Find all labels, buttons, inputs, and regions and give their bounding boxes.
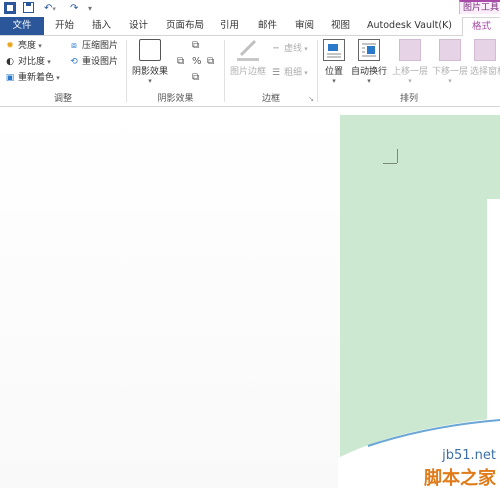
- wrap-text-label: 自动换行: [350, 67, 387, 77]
- tab-design[interactable]: 设计: [129, 17, 148, 35]
- nudge-shadow-down-icon[interactable]: ⧉: [192, 72, 199, 83]
- wrap-text-button[interactable]: 自动换行 ▾: [349, 39, 389, 85]
- send-backward-label: 下移一层: [431, 67, 468, 77]
- nudge-shadow-right-icon[interactable]: ⧉: [207, 56, 214, 67]
- tab-format[interactable]: 格式: [462, 17, 500, 36]
- shadow-nudge-controls: ⧉ ⧉ % ⧉ ⧉: [177, 40, 223, 90]
- position-label: 位置: [324, 67, 343, 77]
- position-button[interactable]: 位置 ▾: [320, 39, 348, 85]
- arrange-group: 位置 ▾ 自动换行 ▾ 上移一层 ▾ 下移一层 ▾ 选择窗格 排列: [318, 36, 500, 106]
- bring-forward-label: 上移一层: [391, 67, 428, 77]
- selection-pane-label: 选择窗格: [470, 67, 500, 77]
- reset-picture-button[interactable]: ⟲ 重设图片: [68, 55, 118, 70]
- tab-file[interactable]: 文件: [0, 17, 44, 35]
- picture-tools-context-label: 图片工具: [459, 0, 500, 14]
- brightness-label: 亮度: [18, 41, 37, 51]
- dashes-button[interactable]: ┅ 虚线 ▾: [270, 42, 307, 57]
- arrange-group-label: 排列: [399, 94, 418, 104]
- sun-icon: ✹: [6, 41, 14, 51]
- adjust-group: ✹ 亮度 ▾ ◐ 对比度 ▾ ▣ 重新着色 ▾ ⧈ 压缩图片 ⟲ 重设图片 调整: [0, 36, 126, 106]
- selection-pane-icon: [474, 39, 496, 61]
- redo-button[interactable]: ↷: [70, 2, 78, 15]
- tab-mailings[interactable]: 邮件: [258, 17, 277, 35]
- compress-pictures-button[interactable]: ⧈ 压缩图片: [68, 39, 118, 54]
- selection-pane-button[interactable]: 选择窗格: [470, 39, 500, 77]
- dashes-label: 虚线: [284, 44, 303, 54]
- bring-forward-button[interactable]: 上移一层 ▾: [390, 39, 430, 85]
- reset-picture-icon: ⟲: [70, 57, 78, 67]
- picture-border-icon: [237, 39, 259, 61]
- tab-view[interactable]: 视图: [331, 17, 350, 35]
- position-icon: [323, 39, 345, 61]
- ribbon-tabs: 文件 开始 插入 设计 页面布局 引用 邮件 审阅 视图 Autodesk Va…: [0, 17, 500, 36]
- compress-label: 压缩图片: [82, 41, 119, 51]
- contrast-button[interactable]: ◐ 对比度 ▾: [4, 55, 51, 70]
- tab-references[interactable]: 引用: [220, 17, 239, 35]
- contrast-label: 对比度: [18, 57, 46, 67]
- recolor-label: 重新着色: [18, 73, 55, 83]
- dashes-icon: ┅: [273, 44, 279, 54]
- shadow-effects-group-label: 阴影效果: [157, 94, 194, 104]
- border-dialog-launcher-icon[interactable]: ↘: [308, 95, 314, 103]
- shadow-effects-button-label: 阴影效果: [131, 67, 168, 77]
- quick-access-toolbar: ↶▾ ↷ ▾ 图片工具: [0, 0, 500, 17]
- wrap-text-icon: [358, 39, 380, 61]
- tab-home[interactable]: 开始: [55, 17, 74, 35]
- border-group: 图片边框 ┅ 虚线 ▾ ☰ 粗细 ▾ 边框 ↘: [225, 36, 317, 106]
- shadow-effects-button[interactable]: 阴影效果 ▾: [129, 39, 171, 85]
- recolor-icon: ▣: [5, 73, 15, 83]
- save-icon[interactable]: [23, 2, 34, 15]
- adjust-group-label: 调整: [53, 94, 72, 104]
- reset-label: 重设图片: [82, 57, 119, 67]
- watermark-text: 脚本之家: [424, 468, 496, 489]
- border-group-label: 边框: [261, 94, 280, 104]
- tab-page-layout[interactable]: 页面布局: [166, 17, 204, 35]
- customize-qat-button[interactable]: ▾: [88, 2, 92, 15]
- tab-autodesk-vault[interactable]: Autodesk Vault(K): [367, 17, 452, 35]
- weight-button[interactable]: ☰ 粗细 ▾: [270, 66, 308, 81]
- weight-label: 粗细: [284, 68, 303, 78]
- weight-icon: ☰: [271, 68, 281, 78]
- tab-review[interactable]: 审阅: [295, 17, 314, 35]
- contrast-icon: ◐: [6, 57, 14, 67]
- page-margin-marker: [383, 163, 397, 164]
- compress-icon: ⧈: [71, 41, 77, 51]
- picture-border-button[interactable]: 图片边框: [227, 39, 269, 77]
- undo-button[interactable]: ↶▾: [44, 2, 56, 15]
- nudge-shadow-up-icon[interactable]: ⧉: [192, 40, 199, 51]
- watermark: jb51.net 脚本之家: [338, 418, 500, 489]
- ribbon: ✹ 亮度 ▾ ◐ 对比度 ▾ ▣ 重新着色 ▾ ⧈ 压缩图片 ⟲ 重设图片 调整 阴影效果…: [0, 36, 500, 107]
- recolor-button[interactable]: ▣ 重新着色 ▾: [4, 71, 60, 86]
- nudge-shadow-left-icon[interactable]: ⧉: [177, 56, 184, 67]
- send-backward-button[interactable]: 下移一层 ▾: [430, 39, 470, 85]
- page-margin-marker-vertical: [397, 149, 398, 163]
- tab-insert[interactable]: 插入: [92, 17, 111, 35]
- send-backward-icon: [439, 39, 461, 61]
- picture-border-label: 图片边框: [229, 67, 266, 77]
- watermark-url: jb51.net: [442, 448, 496, 463]
- shadow-on-off-icon[interactable]: %: [192, 56, 202, 67]
- brightness-button[interactable]: ✹ 亮度 ▾: [4, 39, 42, 54]
- bring-forward-icon: [399, 39, 421, 61]
- shadow-effects-group: 阴影效果 ▾ ⧉ ⧉ % ⧉ ⧉ 阴影效果: [127, 36, 224, 106]
- shadow-square-icon: [139, 39, 161, 61]
- word-logo-icon: [4, 2, 16, 15]
